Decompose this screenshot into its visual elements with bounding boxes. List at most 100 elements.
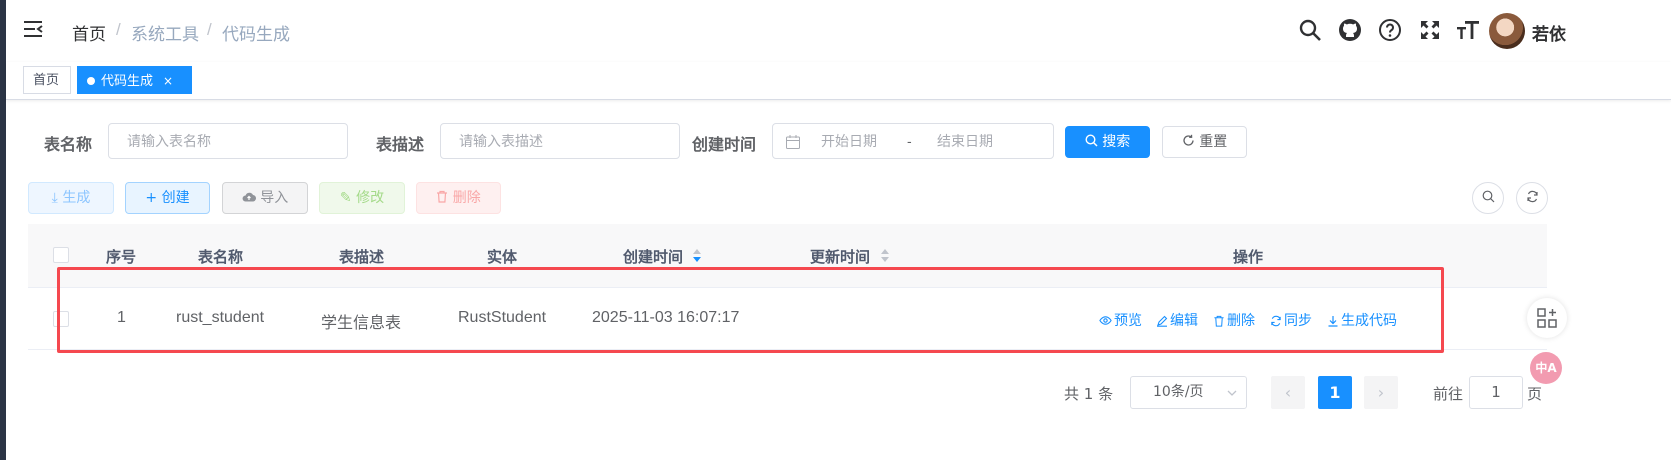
next-page-button[interactable]: › [1364, 376, 1398, 409]
generate-button-label: 生成 [62, 190, 91, 206]
date-range-picker[interactable]: 开始日期 - 结束日期 [772, 123, 1054, 159]
edit-button[interactable]: ✎ 修改 [319, 182, 405, 214]
download-icon [1328, 316, 1338, 327]
row-checkbox[interactable] [53, 311, 69, 327]
end-date-placeholder: 结束日期 [937, 133, 993, 149]
sync-label: 同步 [1284, 313, 1312, 329]
table-name-label: 表名称 [44, 135, 93, 154]
goto-page-input[interactable]: 1 [1469, 376, 1523, 409]
chevron-down-icon [1227, 390, 1237, 396]
refresh-button[interactable] [1516, 182, 1548, 214]
generate-code-label: 生成代码 [1341, 313, 1397, 329]
apps-grid-button[interactable] [1527, 298, 1567, 338]
search-icon [1482, 190, 1494, 203]
calendar-icon [786, 135, 800, 149]
tag-code-gen-label: 代码生成 [101, 74, 154, 89]
refresh-icon [1526, 190, 1538, 203]
breadcrumb-current: 代码生成 [222, 25, 290, 44]
sort-desc-icon[interactable] [692, 246, 702, 264]
close-icon[interactable]: × [163, 74, 173, 88]
sync-link[interactable]: 同步 [1270, 310, 1312, 330]
cloud-upload-icon [242, 192, 256, 202]
page-unit-label: 页 [1527, 385, 1543, 403]
column-header-update-time[interactable]: 更新时间 [810, 246, 870, 267]
tags-view-bar [6, 62, 1671, 100]
column-header-entity: 实体 [487, 248, 518, 266]
reset-button[interactable]: 重置 [1162, 126, 1247, 158]
edit-label: 编辑 [1170, 313, 1198, 329]
hamburger-icon[interactable] [22, 18, 44, 40]
range-separator: - [907, 133, 912, 149]
help-icon[interactable] [1378, 18, 1402, 42]
download-icon: ⤓ [51, 190, 58, 206]
search-icon[interactable] [1298, 18, 1322, 42]
import-button[interactable]: 导入 [222, 182, 308, 214]
search-button[interactable]: 搜索 [1065, 126, 1150, 158]
fullscreen-icon[interactable] [1418, 18, 1442, 42]
github-icon[interactable] [1338, 18, 1362, 42]
delete-link[interactable]: 删除 [1213, 310, 1255, 330]
delete-button[interactable]: 删除 [416, 182, 501, 214]
edit-link[interactable]: 编辑 [1156, 310, 1198, 330]
font-size-icon[interactable] [1456, 18, 1480, 42]
table-name-input[interactable]: 请输入表名称 [108, 123, 348, 159]
username[interactable]: 若依 [1532, 20, 1566, 45]
prev-page-button[interactable]: ‹ [1271, 376, 1305, 409]
table-desc-label: 表描述 [376, 135, 425, 154]
cell-index: 1 [117, 309, 126, 326]
refresh-icon [1183, 134, 1194, 146]
edit-icon: ✎ [339, 190, 352, 206]
column-header-table-name: 表名称 [198, 248, 244, 266]
cell-table-name: rust_student [176, 309, 265, 326]
select-all-checkbox[interactable] [53, 247, 69, 263]
pagination-total: 共 1 条 [1064, 385, 1114, 403]
column-header-actions: 操作 [1233, 248, 1264, 266]
user-avatar[interactable] [1489, 13, 1525, 49]
sort-icon[interactable] [880, 246, 890, 264]
goto-label: 前往 [1433, 385, 1464, 403]
create-button[interactable]: + 创建 [125, 182, 210, 214]
cell-entity: RustStudent [458, 309, 547, 326]
plus-icon: + [145, 190, 158, 206]
import-button-label: 导入 [260, 190, 289, 206]
preview-link[interactable]: 预览 [1099, 310, 1142, 330]
breadcrumb-separator: / [116, 20, 121, 39]
delete-label: 删除 [1227, 313, 1255, 329]
page-1-button[interactable]: 1 [1318, 376, 1352, 409]
breadcrumb-separator: / [207, 20, 212, 39]
reset-button-label: 重置 [1199, 134, 1228, 150]
edit-button-label: 修改 [356, 190, 385, 206]
toggle-search-button[interactable] [1472, 182, 1504, 214]
search-button-label: 搜索 [1102, 134, 1131, 150]
cell-table-desc: 学生信息表 [321, 315, 402, 332]
grid-icon [1537, 308, 1557, 328]
breadcrumb-system-tools: 系统工具 [131, 25, 199, 44]
column-header-table-desc: 表描述 [339, 248, 385, 266]
eye-icon [1099, 316, 1112, 325]
tag-home[interactable]: 首页 [23, 66, 71, 94]
edit-icon [1157, 315, 1168, 327]
create-time-label: 创建时间 [692, 135, 757, 154]
cell-create-time: 2025-11-03 16:07:17 [592, 309, 740, 326]
active-dot-icon [87, 77, 95, 85]
translate-button[interactable]: 中A [1530, 352, 1562, 384]
tag-code-gen[interactable]: 代码生成 × [77, 66, 192, 94]
generate-button[interactable]: ⤓ 生成 [28, 182, 114, 214]
preview-label: 预览 [1114, 313, 1142, 329]
column-header-create-time[interactable]: 创建时间 [623, 246, 683, 267]
trash-icon [1214, 315, 1224, 327]
table-header [28, 224, 1547, 288]
page-size-select[interactable]: 10条/页 [1130, 376, 1247, 409]
refresh-icon [1271, 315, 1281, 327]
column-header-index: 序号 [106, 248, 137, 266]
page-size-value: 10条/页 [1153, 384, 1204, 400]
delete-button-label: 删除 [452, 190, 481, 206]
tag-home-label: 首页 [33, 73, 60, 88]
trash-icon [437, 190, 448, 203]
search-icon [1085, 134, 1098, 147]
breadcrumb-home[interactable]: 首页 [72, 20, 106, 45]
create-button-label: 创建 [161, 190, 190, 206]
generate-code-link[interactable]: 生成代码 [1327, 310, 1397, 330]
table-desc-input[interactable]: 请输入表描述 [440, 123, 680, 159]
start-date-placeholder: 开始日期 [821, 133, 877, 149]
